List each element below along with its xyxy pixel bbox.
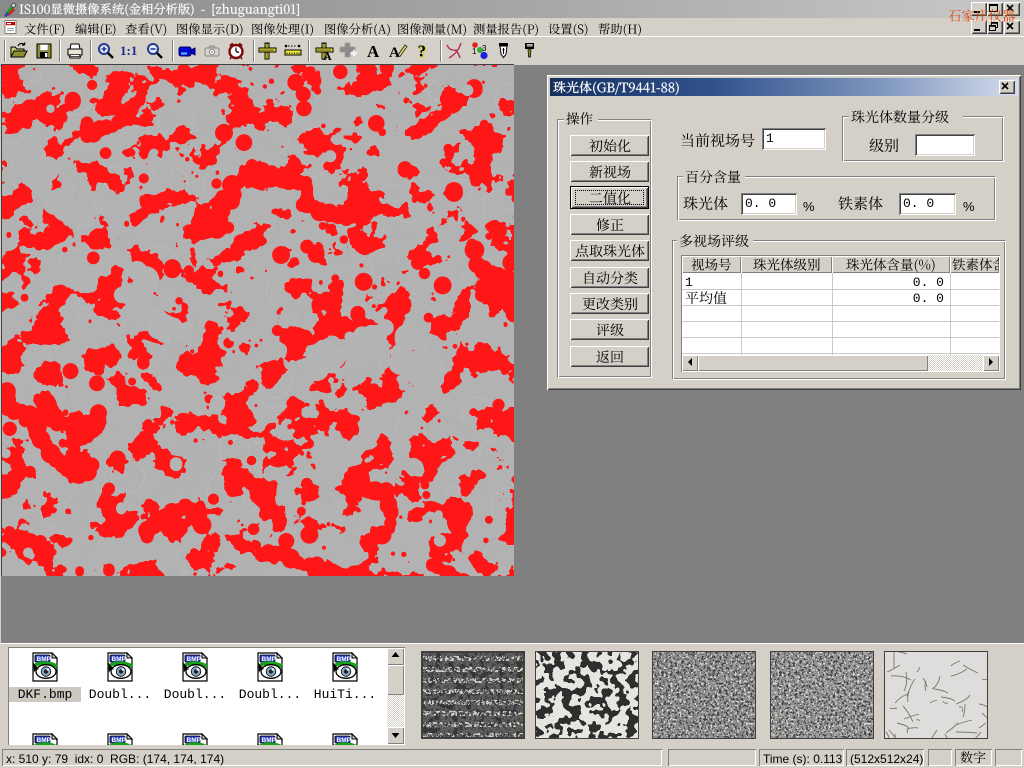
svg-text:A: A <box>323 49 332 61</box>
svg-text:1: 1 <box>472 47 477 56</box>
svg-text:A: A <box>367 42 380 61</box>
svg-text:A: A <box>389 45 400 61</box>
svg-text:3: 3 <box>482 44 487 53</box>
svg-text:?: ? <box>418 42 427 61</box>
svg-text:1:1: 1:1 <box>120 43 137 58</box>
